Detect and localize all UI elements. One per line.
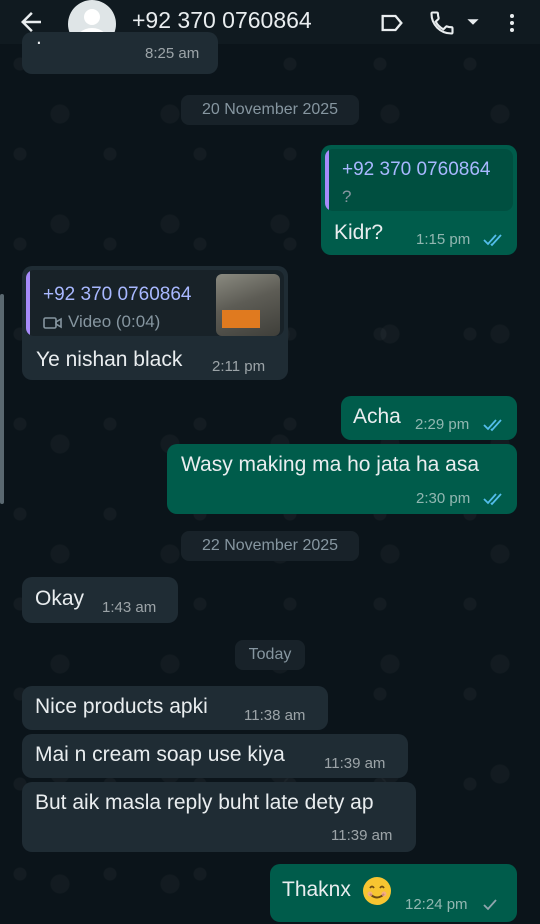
chat-background[interactable]: . 8:25 am 20 November 2025 +92 370 07608… — [0, 26, 540, 924]
message-bubble-incoming[interactable]: Okay 1:43 am — [22, 577, 178, 623]
double-check-read-icon — [483, 493, 502, 506]
message-bubble-outgoing[interactable]: +92 370 0760864 ? Kidr? 1:15 pm — [321, 145, 517, 255]
call-icon[interactable] — [428, 9, 456, 37]
message-bubble-incoming[interactable]: +92 370 0760864 Video (0:04) Ye nishan b… — [22, 266, 288, 380]
video-thumbnail[interactable] — [216, 274, 280, 336]
message-bubble-incoming[interactable]: But aik masla reply buht late dety ap 11… — [22, 782, 416, 852]
single-check-sent-icon — [483, 899, 497, 911]
double-check-read-icon — [483, 419, 502, 432]
message-bubble-incoming[interactable]: Nice products apki 11:38 am — [22, 686, 328, 730]
date-divider: 22 November 2025 — [181, 531, 359, 561]
contact-name[interactable]: +92 370 0760864 — [132, 7, 312, 34]
message-bubble-incoming[interactable]: Mai n cream soap use kiya 11:39 am — [22, 734, 408, 778]
video-icon — [43, 317, 62, 329]
double-check-read-icon — [483, 234, 502, 247]
date-divider: 20 November 2025 — [181, 95, 359, 125]
quoted-message[interactable]: +92 370 0760864 ? — [325, 149, 513, 211]
message-bubble-incoming[interactable]: . 8:25 am — [22, 26, 218, 74]
scrollbar[interactable] — [0, 294, 4, 504]
smiling-face-emoji — [363, 877, 391, 905]
more-options-icon[interactable] — [500, 9, 524, 37]
chevron-down-icon[interactable] — [466, 15, 480, 29]
message-bubble-outgoing[interactable]: Acha 2:29 pm — [341, 396, 517, 440]
date-divider: Today — [235, 640, 305, 670]
message-bubble-outgoing[interactable]: Thaknx 12:24 pm — [270, 864, 517, 922]
message-bubble-outgoing[interactable]: Wasy making ma ho jata ha asa 2:30 pm — [167, 444, 517, 514]
quoted-message[interactable]: +92 370 0760864 Video (0:04) — [26, 270, 284, 336]
label-icon[interactable] — [378, 9, 406, 37]
